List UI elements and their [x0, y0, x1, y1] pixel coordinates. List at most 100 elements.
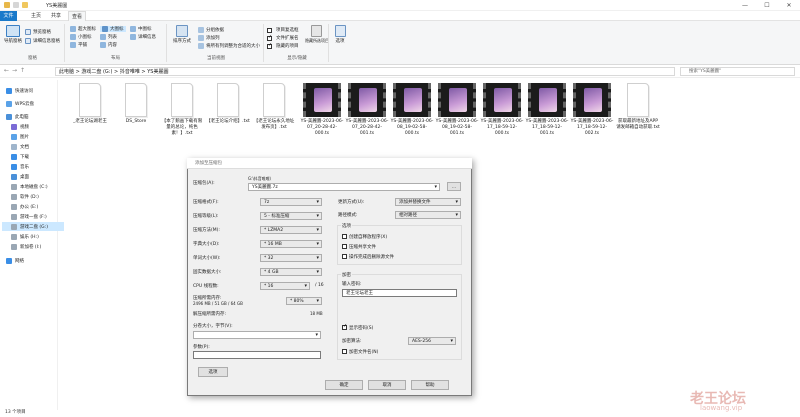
nav-drive-g[interactable]: 游戏二盘 (G:) — [2, 222, 64, 231]
file-item[interactable]: _老王论坛湖老王 — [68, 80, 112, 125]
nav-drive-c[interactable]: 本地磁盘 (C:) — [2, 182, 64, 191]
nav-drive-i[interactable]: 新加卷 (I:) — [2, 242, 64, 251]
word-select[interactable]: * 32 — [260, 254, 322, 262]
preview-pane-button[interactable]: 预览窗格 — [25, 29, 51, 35]
nav-drive-f[interactable]: 游戏一盘 (F:) — [2, 212, 64, 221]
layout-large-icons[interactable]: 大图标 — [100, 26, 126, 32]
sfx-option[interactable]: 创建自释放程序(X) — [342, 234, 387, 240]
file-item[interactable]: 获取最新地址及APP请发邮箱自动获取.txt — [616, 80, 660, 131]
nav-documents[interactable]: 文档 — [2, 142, 64, 151]
dict-select[interactable]: * 16 MB — [260, 240, 322, 248]
layout-group-label: 布局 — [111, 56, 120, 61]
ok-button[interactable]: 确定 — [325, 380, 363, 390]
nav-desktop[interactable]: 桌面 — [2, 172, 64, 181]
address-bar[interactable]: 此电脑 > 游戏二盘 (G:) > 抖音唯唯 > YS美麗圖 — [55, 67, 675, 76]
mem-percent-select[interactable]: * 80% — [286, 297, 322, 305]
nav-pictures[interactable]: 图片 — [2, 132, 64, 141]
show-password-checkbox[interactable] — [342, 323, 347, 330]
search-input[interactable]: 搜索"YS美麗圖" — [680, 67, 795, 76]
tab-share[interactable]: 共享 — [48, 11, 64, 21]
layout-content[interactable]: 内容 — [100, 42, 117, 48]
tab-file[interactable]: 文件 — [0, 11, 17, 21]
maximize-button[interactable]: ☐ — [757, 0, 777, 11]
format-select[interactable]: 7z — [260, 198, 322, 206]
hidden-items-checkbox[interactable] — [267, 42, 272, 49]
layout-list[interactable]: 列表 — [100, 34, 117, 40]
item-checkbox-toggle[interactable]: 项目复选框 — [267, 27, 299, 33]
nav-videos[interactable]: 视频 — [2, 122, 64, 131]
breadcrumb-item[interactable]: 此电脑 — [59, 69, 74, 75]
layout-xl-icons[interactable]: 超大图标 — [70, 26, 96, 32]
nav-wps-cloud[interactable]: WPS云盘 — [2, 99, 64, 108]
file-item[interactable]: YS-美麗圖-2023-06-08_19-02-58-000.ts — [390, 80, 434, 137]
method-select[interactable]: * LZMA2 — [260, 226, 322, 234]
browse-button[interactable]: ... — [447, 182, 461, 191]
nav-music[interactable]: 音乐 — [2, 162, 64, 171]
details-pane-button[interactable]: 详细信息窗格 — [25, 38, 60, 44]
options-dialog-button[interactable]: 选项 — [198, 367, 228, 377]
split-size-select[interactable] — [193, 331, 321, 339]
password-input[interactable]: 老王论坛老王 — [342, 289, 457, 297]
file-item[interactable]: DS_Store — [114, 80, 158, 125]
show-password-option[interactable]: 显示密码(S) — [342, 323, 373, 331]
sort-button[interactable]: 排序方式 — [170, 25, 194, 44]
properties-icon[interactable] — [13, 2, 19, 8]
nav-drive-h[interactable]: 娱乐 (H:) — [2, 232, 64, 241]
archive-name-combo[interactable]: YS美麗圖.7z — [248, 183, 440, 191]
delete-option[interactable]: 操作完成后删除源文件 — [342, 254, 394, 260]
nav-drive-e[interactable]: 办公 (E:) — [2, 202, 64, 211]
nav-arrows[interactable]: ←→↑ — [4, 67, 28, 74]
level-select[interactable]: 5 - 标准压缩 — [260, 212, 322, 220]
tab-home[interactable]: 主页 — [28, 11, 44, 21]
nav-this-pc[interactable]: 此电脑 — [2, 112, 64, 121]
hide-selected-button[interactable]: 隐藏所选项目 — [305, 25, 329, 44]
sfx-checkbox[interactable] — [342, 234, 347, 239]
tab-view[interactable]: 查看 — [68, 11, 86, 21]
add-columns-button[interactable]: 添加列 — [198, 35, 220, 41]
encrypt-names-checkbox[interactable] — [342, 349, 347, 354]
group-by-button[interactable]: 分组依据 — [198, 27, 224, 33]
file-item[interactable]: 【老王论坛介绍】.txt — [206, 80, 250, 125]
item-checkbox-box[interactable] — [267, 27, 272, 33]
file-ext-toggle[interactable]: 文件扩展名 — [267, 34, 299, 41]
delete-checkbox[interactable] — [342, 254, 347, 259]
file-item[interactable]: YS-美麗圖-2023-06-08_19-02-58-001.ts — [435, 80, 479, 137]
layout-medium-icons[interactable]: 中图标 — [130, 26, 152, 32]
shared-checkbox[interactable] — [342, 244, 347, 249]
nav-drive-d[interactable]: 软件 (D:) — [2, 192, 64, 201]
cpu-select[interactable]: * 16 — [260, 282, 310, 290]
file-item[interactable]: YS-美麗圖-2023-06-07_20-28-42-001.ts — [345, 80, 389, 137]
layout-tiles[interactable]: 平铺 — [70, 42, 87, 48]
path-mode-select[interactable]: 相对路径 — [395, 211, 461, 219]
nav-downloads[interactable]: 下载 — [2, 152, 64, 161]
file-item[interactable]: 【本了鹅画下载有限量的总论，纯色素！】.txt — [160, 80, 204, 137]
file-item[interactable]: YS-美麗圖-2023-06-17_18-59-12-000.ts — [480, 80, 524, 137]
hidden-items-toggle[interactable]: 隐藏的项目 — [267, 42, 299, 49]
minimize-button[interactable]: — — [735, 0, 755, 11]
breadcrumb-item[interactable]: YS美麗圖 — [147, 69, 168, 75]
shared-option[interactable]: 压缩共享文件 — [342, 244, 376, 250]
file-ext-checkbox[interactable] — [267, 34, 272, 41]
nav-network[interactable]: 网络 — [2, 256, 64, 265]
fit-columns-button[interactable]: 将所有列调整为合适的大小 — [198, 43, 260, 49]
file-item[interactable]: YS-美麗圖-2023-06-17_18-59-12-001.ts — [525, 80, 569, 137]
encrypt-names-option[interactable]: 加密文件名(N) — [342, 349, 378, 355]
close-button[interactable]: ✕ — [779, 0, 799, 11]
nav-pane-button[interactable]: 导航窗格 — [3, 25, 23, 44]
breadcrumb-item[interactable]: 抖音唯唯 — [120, 69, 140, 75]
breadcrumb-item[interactable]: 游戏二盘 (G:) — [81, 69, 112, 75]
file-item[interactable]: 【老王论坛永久地址发布页】.txt — [252, 80, 296, 131]
params-input[interactable] — [193, 351, 321, 359]
options-button[interactable]: 选项 — [331, 25, 349, 44]
layout-details[interactable]: 详细信息 — [130, 34, 156, 40]
enc-method-select[interactable]: AES-256 — [408, 337, 456, 345]
cancel-button[interactable]: 取消 — [368, 380, 406, 390]
file-item[interactable]: YS-美麗圖-2023-06-17_18-59-12-002.ts — [570, 80, 614, 137]
help-button[interactable]: 帮助 — [411, 380, 449, 390]
new-folder-icon[interactable] — [22, 2, 28, 8]
layout-small-icons[interactable]: 小图标 — [70, 34, 92, 40]
file-item[interactable]: YS-美麗圖-2023-06-07_20-28-42-000.ts — [300, 80, 344, 137]
update-mode-select[interactable]: 添加并替换文件 — [395, 198, 461, 206]
nav-quick-access[interactable]: 快速访问 — [2, 86, 64, 95]
solid-select[interactable]: * 4 GB — [260, 268, 322, 276]
